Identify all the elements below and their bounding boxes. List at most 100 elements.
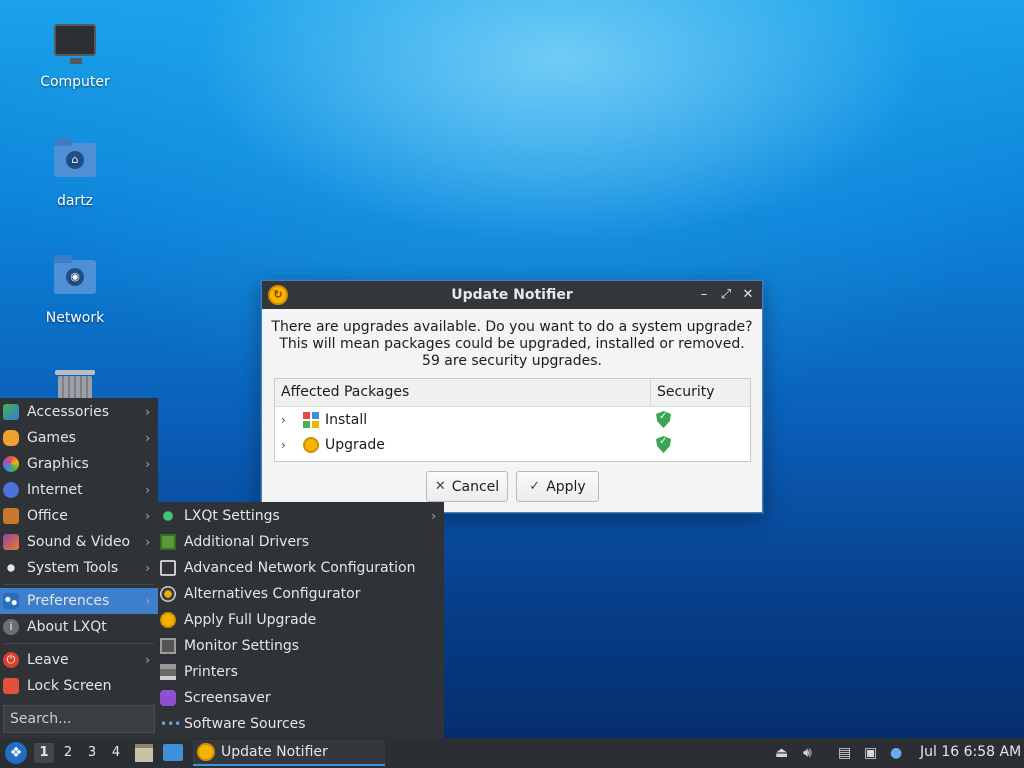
taskbar: ❖ 1 2 3 4 Update Notifier ⏏ 🔊︎ ▤ ▣ ● Jul… [0,738,1024,768]
submenu-arrow-icon: › [145,561,150,575]
apply-label: Apply [546,478,586,495]
home-folder-icon: ⌂ [53,138,97,187]
dialog-title: Update Notifier [451,287,573,303]
menu-item-leave[interactable]: ⏻ Leave › [0,647,158,673]
start-menu: Accessories › Games › Graphics › Interne… [0,398,158,738]
table-row[interactable]: › Install [275,407,750,432]
column-header-security[interactable]: Security [651,379,750,406]
submenu-item-label: Alternatives Configurator [184,586,361,602]
system-tools-icon [3,560,19,576]
row-label: Upgrade [325,436,385,453]
upgrade-icon [303,436,319,453]
printer-icon [160,664,176,680]
message-line: 59 are security upgrades. [422,353,602,369]
clock[interactable]: Jul 16 6:58 AM [920,744,1021,760]
clipboard-icon[interactable]: ▤ [838,744,851,762]
cancel-label: Cancel [451,478,500,495]
submenu-arrow-icon: › [145,405,150,419]
sound-video-icon [3,534,19,550]
cancel-button[interactable]: ✕ Cancel [426,471,508,502]
desktop-icon-home[interactable]: ⌂ dartz [25,137,125,209]
removable-media-icon[interactable]: ⏏ [775,744,788,762]
install-icon [303,411,319,428]
menu-item-accessories[interactable]: Accessories › [0,399,158,425]
affected-packages-table: Affected Packages Security › Install › U… [274,378,751,462]
lxqt-settings-icon [160,508,176,524]
menu-item-internet[interactable]: Internet › [0,477,158,503]
network-icon[interactable]: ▣ [864,744,877,762]
menu-item-preferences[interactable]: Preferences › [0,588,158,614]
menu-item-label: Preferences [27,593,110,609]
submenu-item-monitor-settings[interactable]: Monitor Settings [158,633,444,659]
submenu-arrow-icon: › [145,535,150,549]
workspace-1[interactable]: 1 [34,743,54,763]
column-header-packages[interactable]: Affected Packages [275,379,651,406]
upgrade-icon [160,612,176,628]
menu-item-label: Games [27,430,76,446]
network-monitor-icon [160,560,176,576]
submenu-arrow-icon: › [145,509,150,523]
submenu-arrow-icon: › [145,653,150,667]
desktop-icon-label: Computer [40,74,110,90]
computer-icon [53,24,97,68]
minimize-button[interactable]: – [696,285,712,305]
row-label: Install [325,411,368,428]
menu-item-graphics[interactable]: Graphics › [0,451,158,477]
submenu-arrow-icon: › [145,594,150,608]
update-notification-icon[interactable]: ● [890,744,902,762]
workspace-2[interactable]: 2 [58,743,78,763]
menu-item-label: Accessories [27,404,110,420]
submenu-item-alternatives[interactable]: Alternatives Configurator [158,581,444,607]
close-button[interactable]: ✕ [740,285,756,305]
submenu-item-label: Advanced Network Configuration [184,560,416,576]
submenu-item-screensaver[interactable]: Screensaver [158,685,444,711]
menu-item-games[interactable]: Games › [0,425,158,451]
submenu-item-printers[interactable]: Printers [158,659,444,685]
table-header: Affected Packages Security [275,379,750,407]
submenu-item-software-sources[interactable]: ••• Software Sources [158,711,444,737]
workspace-3[interactable]: 3 [82,743,102,763]
desktop-icon-network[interactable]: ◉ Network [25,254,125,326]
preferences-icon [3,593,19,609]
screensaver-icon [160,690,176,706]
taskbar-task-update-notifier[interactable]: Update Notifier [193,740,385,766]
submenu-arrow-icon: › [145,457,150,471]
expand-arrow-icon[interactable]: › [281,413,295,427]
menu-item-label: Leave [27,652,69,668]
submenu-item-label: Monitor Settings [184,638,300,654]
submenu-item-additional-drivers[interactable]: Additional Drivers [158,529,444,555]
submenu-item-label: Software Sources [184,716,306,732]
alternatives-icon [160,586,176,602]
menu-search-input[interactable]: Search... [3,705,155,733]
software-sources-icon: ••• [160,717,182,731]
volume-icon[interactable]: 🔊︎ [803,744,812,762]
dialog-titlebar[interactable]: ↻ Update Notifier – ⤢ ✕ [262,281,762,309]
graphics-icon [3,456,19,472]
submenu-item-label: LXQt Settings [184,508,280,524]
apply-button[interactable]: ✓ Apply [516,471,599,502]
submenu-item-lxqt-settings[interactable]: LXQt Settings › [158,503,444,529]
office-icon [3,508,19,524]
submenu-arrow-icon: › [145,483,150,497]
menu-item-lock-screen[interactable]: Lock Screen [0,673,158,699]
menu-item-system-tools[interactable]: System Tools › [0,555,158,581]
expand-arrow-icon[interactable]: › [281,438,295,452]
menu-item-office[interactable]: Office › [0,503,158,529]
start-menu-button[interactable]: ❖ [5,742,27,764]
maximize-button[interactable]: ⤢ [718,285,734,305]
file-manager-icon[interactable] [135,744,153,762]
show-desktop-icon[interactable] [163,744,183,761]
workspace-4[interactable]: 4 [106,743,126,763]
submenu-item-advanced-network[interactable]: Advanced Network Configuration [158,555,444,581]
message-line: There are upgrades available. Do you wan… [271,319,753,335]
update-notifier-icon [197,743,215,761]
update-notifier-dialog: ↻ Update Notifier – ⤢ ✕ There are upgrad… [261,280,763,513]
task-label: Update Notifier [221,744,328,760]
menu-item-about-lxqt[interactable]: i About LXQt [0,614,158,640]
table-row[interactable]: › Upgrade [275,432,750,457]
submenu-item-apply-full-upgrade[interactable]: Apply Full Upgrade [158,607,444,633]
submenu-item-label: Screensaver [184,690,271,706]
monitor-icon [160,638,176,654]
menu-item-sound-video[interactable]: Sound & Video › [0,529,158,555]
desktop-icon-computer[interactable]: Computer [25,20,125,90]
